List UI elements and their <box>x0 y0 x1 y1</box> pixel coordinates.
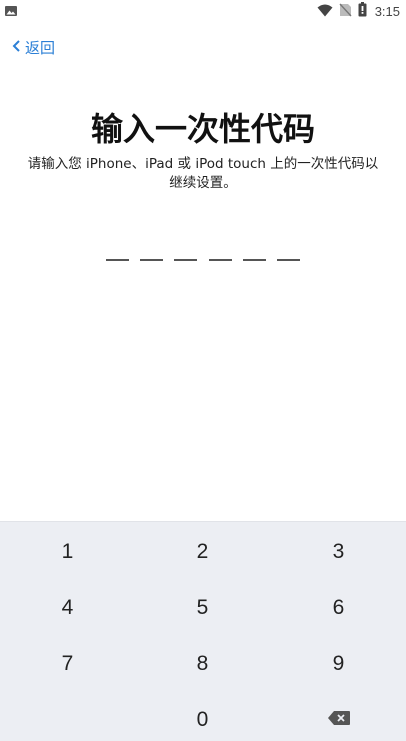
key-1[interactable]: 1 <box>0 526 135 578</box>
code-slot-5[interactable] <box>242 241 266 261</box>
code-input[interactable] <box>106 241 300 261</box>
key-8[interactable]: 8 <box>135 638 270 690</box>
key-7[interactable]: 7 <box>0 638 135 690</box>
status-bar: 3:15 <box>0 0 406 22</box>
page-subtitle: 请输入您 iPhone、iPad 或 iPod touch 上的一次性代码以 继… <box>14 155 392 193</box>
subtitle-line-1: 请输入您 iPhone、iPad 或 iPod touch 上的一次性代码以 <box>27 156 379 172</box>
subtitle-line-2: 继续设置。 <box>169 175 237 191</box>
delete-key[interactable] <box>271 694 406 741</box>
status-right: 3:15 <box>317 1 400 21</box>
no-sim-icon <box>339 2 352 21</box>
code-slot-2[interactable] <box>140 241 164 261</box>
key-0[interactable]: 0 <box>135 694 270 741</box>
code-slot-1[interactable] <box>106 241 129 261</box>
backspace-icon <box>327 708 351 732</box>
key-9[interactable]: 9 <box>271 638 406 690</box>
key-6[interactable]: 6 <box>271 582 406 634</box>
back-button[interactable]: 返回 <box>12 36 55 58</box>
code-slot-4[interactable] <box>208 241 232 261</box>
page-title: 输入一次性代码 <box>90 110 315 148</box>
wifi-icon <box>317 2 333 21</box>
code-slot-3[interactable] <box>174 241 198 261</box>
numeric-keypad: 1 2 3 4 5 6 7 8 9 0 <box>0 521 406 741</box>
key-2[interactable]: 2 <box>135 526 270 578</box>
status-time: 3:15 <box>374 3 400 19</box>
key-3[interactable]: 3 <box>271 526 406 578</box>
battery-icon <box>358 1 367 21</box>
image-notification-icon <box>4 2 18 21</box>
screen: 3:15 返回 输入一次性代码 请输入您 iPhone、iPad 或 iPod … <box>0 0 406 741</box>
code-slot-6[interactable] <box>276 241 300 261</box>
key-5[interactable]: 5 <box>135 582 270 634</box>
status-left <box>4 2 18 21</box>
key-4[interactable]: 4 <box>0 582 135 634</box>
back-label: 返回 <box>25 38 56 57</box>
chevron-left-icon <box>12 38 21 57</box>
